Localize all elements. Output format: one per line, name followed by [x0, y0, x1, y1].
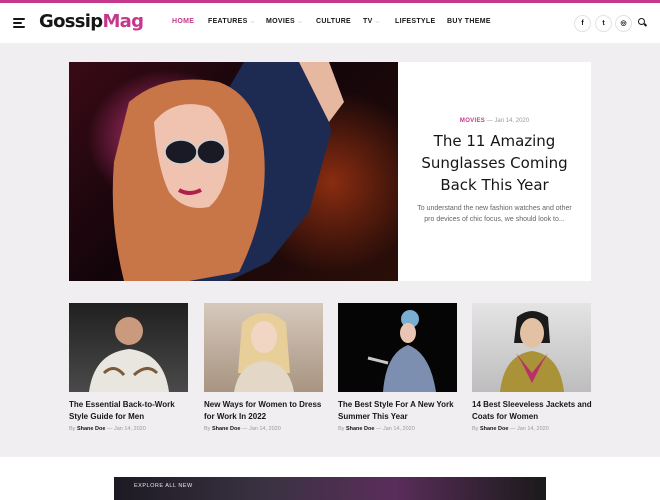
author-name[interactable]: Shane Doe — [77, 426, 105, 432]
man-sweater-illustration — [89, 315, 169, 392]
post-title-1[interactable]: The Essential Back-to-Work Style Guide f… — [69, 399, 190, 422]
promo-text: EXPLORE ALL NEW — [134, 483, 193, 489]
author-name[interactable]: Shane Doe — [480, 426, 508, 432]
post-date: Jan 14, 2020 — [113, 426, 146, 432]
post-meta-2: By Shane Doe — Jan 14, 2020 — [204, 426, 281, 432]
chevron-down-icon: ⌵ — [298, 19, 303, 25]
instagram-icon[interactable]: ◎ — [615, 15, 632, 32]
post-meta-4: By Shane Doe — Jan 14, 2020 — [472, 426, 549, 432]
logo-text-gossip: Gossip — [39, 11, 103, 32]
site-header: GossipMag HOME FEATURES ⌵ MOVIES ⌵ CULTURE… — [0, 3, 660, 43]
facebook-icon[interactable]: f — [574, 15, 591, 32]
post-image-1[interactable] — [69, 303, 188, 392]
post-image-3[interactable] — [338, 303, 457, 392]
twitter-icon[interactable]: t — [595, 15, 612, 32]
author-name[interactable]: Shane Doe — [346, 426, 374, 432]
logo-text-mag: Mag — [102, 11, 144, 32]
featured-post-title[interactable]: The 11 Amazing Sunglasses Coming Back Th… — [412, 130, 577, 196]
author-name[interactable]: Shane Doe — [212, 426, 240, 432]
nav-label: FEATURES — [208, 18, 248, 25]
post-title-2[interactable]: New Ways for Women to Dress for Work In … — [204, 399, 325, 422]
featured-post-card: MOVIES — Jan 14, 2020 The 11 Amazing Sun… — [398, 62, 591, 281]
nav-item-features[interactable]: FEATURES ⌵ — [208, 18, 255, 25]
site-logo[interactable]: GossipMag — [39, 11, 144, 32]
woman-sunglasses-illustration — [112, 62, 344, 281]
featured-post-excerpt: To understand the new fashion watches an… — [417, 205, 572, 223]
nav-item-buy-theme[interactable]: BUY THEME — [447, 18, 491, 25]
post-meta-3: By Shane Doe — Jan 14, 2020 — [338, 426, 415, 432]
post-date: Jan 14, 2020 — [494, 118, 530, 124]
post-meta-1: By Shane Doe — Jan 14, 2020 — [69, 426, 146, 432]
nav-label: TV — [363, 18, 373, 25]
chevron-down-icon: ⌵ — [375, 19, 380, 25]
byline: By — [204, 426, 211, 432]
post-title-4[interactable]: 14 Best Sleeveless Jackets and Coats for… — [472, 399, 593, 422]
nav-item-tv[interactable]: TV ⌵ — [363, 18, 380, 25]
byline: By — [338, 426, 345, 432]
nav-label: CULTURE — [316, 18, 352, 25]
singer-stage-illustration — [367, 310, 436, 392]
nav-label: BUY THEME — [447, 18, 491, 25]
woman-scarf-illustration — [500, 311, 564, 392]
post-image-2[interactable] — [204, 303, 323, 392]
post-image-4[interactable] — [472, 303, 591, 392]
chevron-down-icon: ⌵ — [250, 19, 255, 25]
post-title-3[interactable]: The Best Style For A New York Summer Thi… — [338, 399, 459, 422]
post-date: Jan 14, 2020 — [248, 426, 281, 432]
promo-banner[interactable]: EXPLORE ALL NEW — [114, 477, 546, 500]
category-label[interactable]: MOVIES — [460, 118, 485, 124]
featured-post-image[interactable] — [69, 62, 398, 281]
menu-icon[interactable] — [13, 18, 25, 28]
byline: By — [69, 426, 76, 432]
post-date: Jan 14, 2020 — [382, 426, 415, 432]
post-date: Jan 14, 2020 — [516, 426, 549, 432]
nav-item-home[interactable]: HOME — [172, 18, 194, 25]
byline: By — [472, 426, 479, 432]
featured-post-meta: MOVIES — Jan 14, 2020 — [459, 118, 530, 124]
search-icon[interactable] — [638, 18, 647, 27]
nav-item-lifestyle[interactable]: LIFESTYLE — [395, 18, 435, 25]
nav-label: MOVIES — [266, 18, 296, 25]
blonde-woman-illustration — [234, 313, 294, 392]
nav-label: HOME — [172, 18, 195, 25]
nav-item-culture[interactable]: CULTURE — [316, 18, 351, 25]
nav-item-movies[interactable]: MOVIES ⌵ — [266, 18, 302, 25]
nav-label: LIFESTYLE — [395, 18, 436, 25]
